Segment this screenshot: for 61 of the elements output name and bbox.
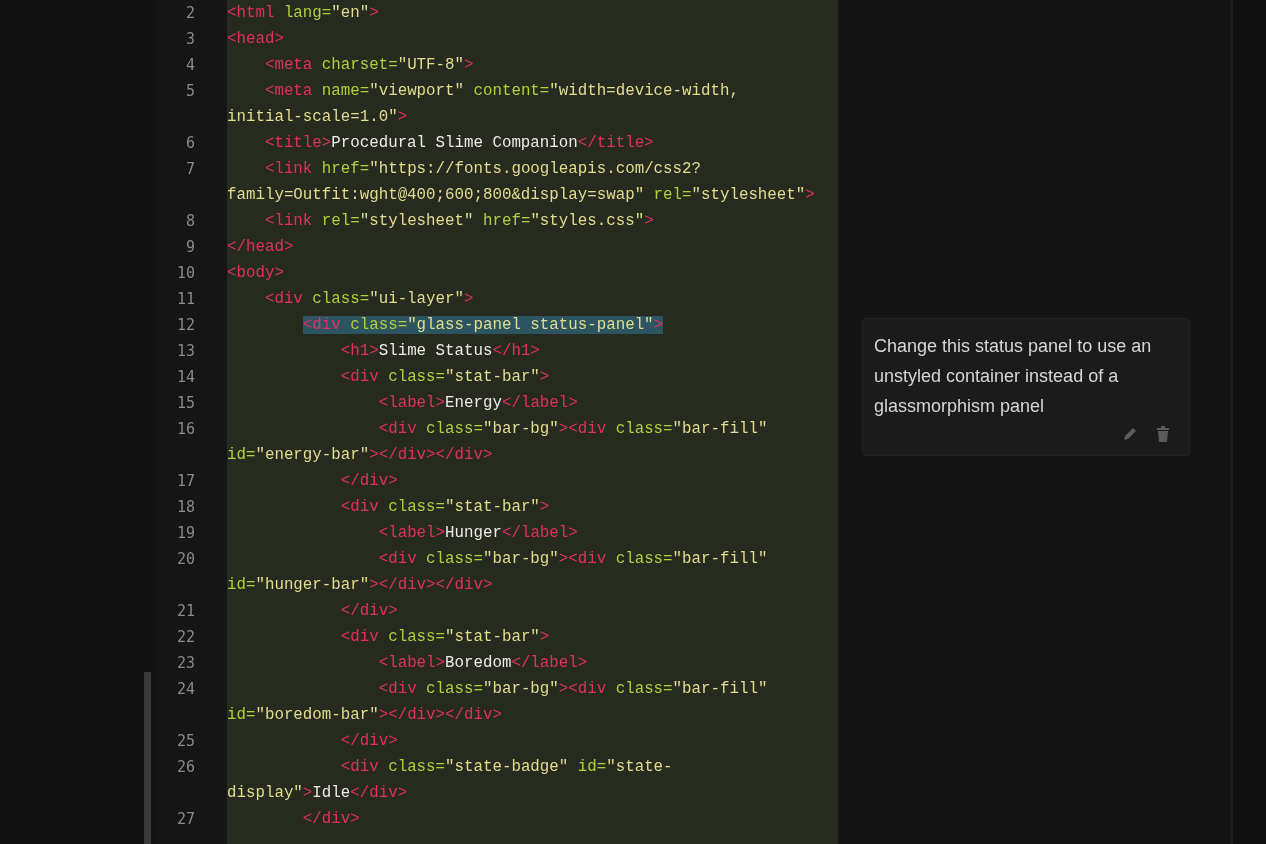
line-number: 5 <box>185 81 195 102</box>
line-number: 7 <box>185 159 195 180</box>
line-number: 21 <box>176 601 195 622</box>
line-number: 25 <box>176 731 195 752</box>
code-line: <body> <box>227 263 284 284</box>
code-line: display">Idle</div> <box>227 783 408 804</box>
code-line: <head> <box>227 29 284 50</box>
code-line: <link href="https://fonts.googleapis.com/css2? <box>263 159 701 180</box>
line-number: 20 <box>176 549 195 570</box>
code-line: <label>Hunger</label> <box>377 523 578 544</box>
code-line: initial-scale=1.0"> <box>227 107 408 128</box>
line-number: 27 <box>176 809 195 830</box>
line-number: 6 <box>185 133 195 154</box>
code-line: </head> <box>227 237 294 258</box>
line-number: 12 <box>176 315 195 336</box>
delete-icon[interactable] <box>1155 425 1171 443</box>
scrollbar-thumb[interactable] <box>144 672 151 844</box>
code-line: <div class="state-badge" id="state- <box>339 757 673 778</box>
line-number: 23 <box>176 653 195 674</box>
code-line: </div> <box>339 471 398 492</box>
code-line: <div class="bar-bg"><div class="bar-fill" <box>377 679 768 700</box>
code-line: id="energy-bar"></div></div> <box>227 445 493 466</box>
code-line: </div> <box>339 601 398 622</box>
line-number: 19 <box>176 523 195 544</box>
line-number: 11 <box>176 289 195 310</box>
code-line: <div class="ui-layer"> <box>263 289 474 310</box>
code-line: <div class="stat-bar"> <box>339 627 550 648</box>
line-number: 8 <box>185 211 195 232</box>
code-line: family=Outfit:wght@400;600;800&display=swap" rel="stylesheet"> <box>227 185 815 206</box>
line-number: 3 <box>185 29 195 50</box>
line-number: 9 <box>185 237 195 258</box>
code-line: <label>Energy</label> <box>377 393 578 414</box>
line-number: 13 <box>176 341 195 362</box>
comment-text: Change this status panel to use an unstyled container instead of a glassmorphism panel <box>874 335 1153 418</box>
line-number: 14 <box>176 367 195 388</box>
line-number: 24 <box>176 679 195 700</box>
line-number: 22 <box>176 627 195 648</box>
code-line: id="boredom-bar"></div></div> <box>227 705 502 726</box>
line-number: 18 <box>176 497 195 518</box>
code-line: <title>Procedural Slime Companion</title> <box>263 133 654 154</box>
code-line: </div> <box>301 809 360 830</box>
code-line: id="hunger-bar"></div></div> <box>227 575 493 596</box>
code-line: <div class="stat-bar"> <box>339 367 550 388</box>
code-line: <meta name="viewport" content="width=device-width, <box>263 81 739 102</box>
line-number: 16 <box>176 419 195 440</box>
line-number: 26 <box>176 757 195 778</box>
code-line: <meta charset="UTF-8"> <box>263 55 474 76</box>
line-number: 10 <box>176 263 195 284</box>
code-line: <div class="bar-bg"><div class="bar-fill" <box>377 549 768 570</box>
code-line: </div> <box>339 731 398 752</box>
code-line: <div class="bar-bg"><div class="bar-fill" <box>377 419 768 440</box>
code-line: <div class="stat-bar"> <box>339 497 550 518</box>
line-number: 2 <box>185 3 195 24</box>
code-line: <link rel="stylesheet" href="styles.css"> <box>263 211 654 232</box>
code-line: <label>Boredom</label> <box>377 653 588 674</box>
edit-icon[interactable] <box>1121 425 1139 443</box>
line-number: 17 <box>176 471 195 492</box>
line-number: 15 <box>176 393 195 414</box>
code-line: <h1>Slime Status</h1> <box>339 341 540 362</box>
code-line: <html lang="en"> <box>227 3 379 24</box>
line-number: 4 <box>185 55 195 76</box>
